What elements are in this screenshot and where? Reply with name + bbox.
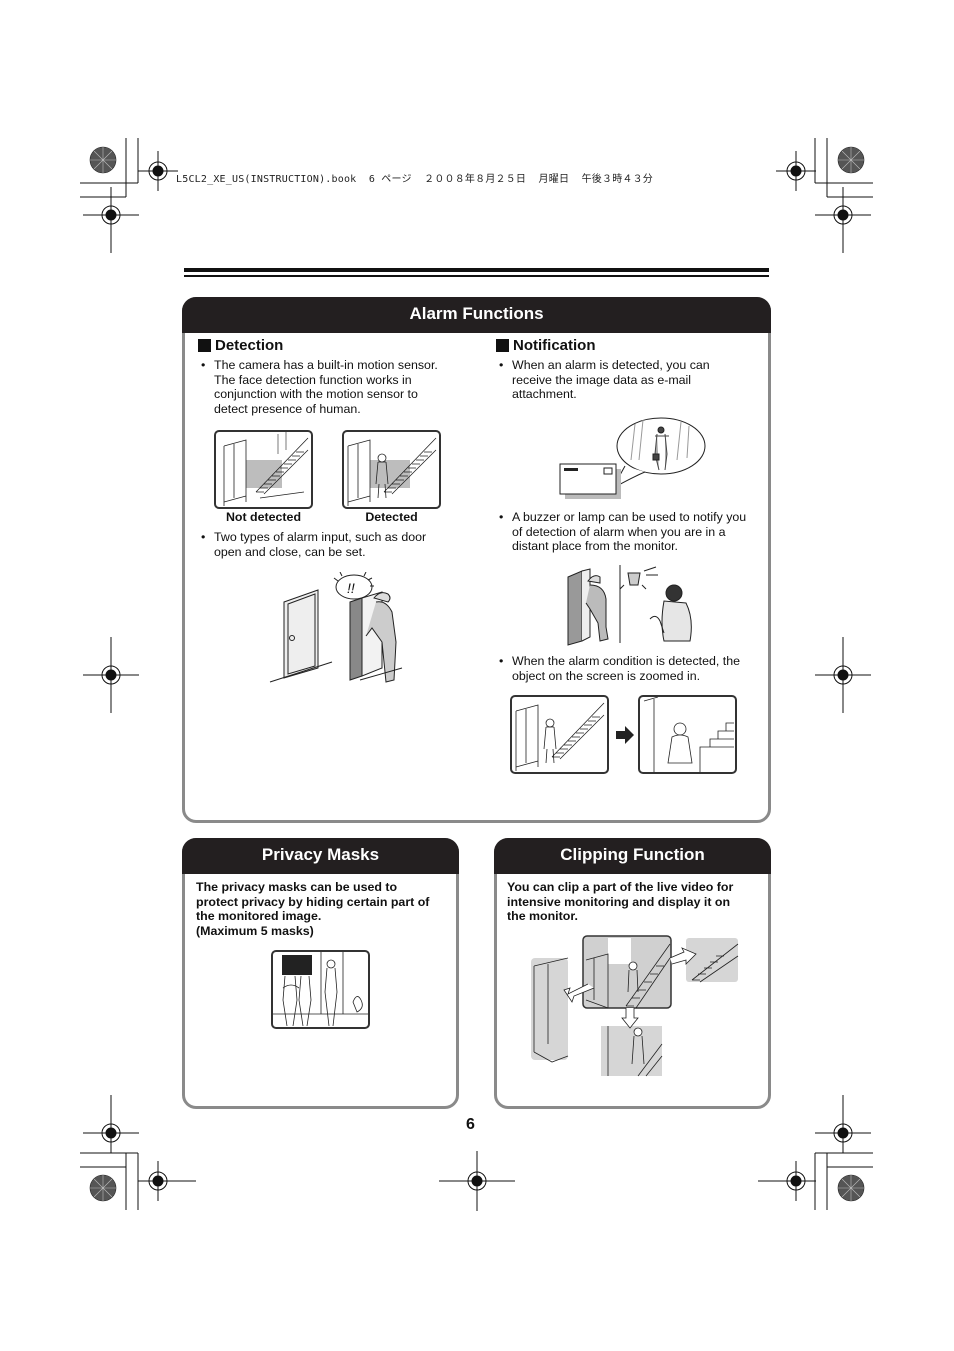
door-alarm-illustration: !!	[269, 572, 403, 683]
notification-bullet-2: • A buzzer or lamp can be used to notify…	[499, 510, 747, 554]
page-number: 6	[466, 1116, 475, 1133]
clipping-function-description: You can clip a part of the live video fo…	[507, 880, 734, 924]
clipping-function-title: Clipping Function	[494, 838, 771, 874]
zoom-after-image	[638, 695, 737, 774]
detected-image	[342, 430, 441, 509]
zoom-before-image	[510, 695, 609, 774]
privacy-masks-title: Privacy Masks	[182, 838, 459, 874]
caption-not-detected: Not detected	[225, 510, 302, 524]
square-bullet-icon	[496, 339, 509, 352]
caption-detected: Detected	[365, 510, 418, 524]
arrow-right-icon	[616, 726, 634, 744]
detection-bullet-2: • Two types of alarm input, such as door…	[201, 530, 427, 559]
detection-bullet-1: • The camera has a built-in motion senso…	[201, 358, 438, 416]
print-header: L5CL2_XE_US(INSTRUCTION).book 6 ページ ２００８…	[176, 174, 653, 185]
top-rule-thin	[184, 275, 769, 277]
notification-bullet-3: • When the alarm condition is detected, …	[499, 654, 740, 683]
privacy-masks-description: The privacy masks can be used to protect…	[196, 880, 430, 938]
alarm-exclaim-text: !!	[347, 580, 355, 596]
alarm-functions-title: Alarm Functions	[182, 297, 771, 333]
notification-heading: Notification	[496, 337, 596, 354]
detection-heading: Detection	[198, 337, 283, 354]
privacy-mask-image	[271, 950, 370, 1029]
buzzer-lamp-illustration	[567, 565, 692, 646]
clipping-illustration	[531, 935, 739, 1077]
notification-bullet-1: • When an alarm is detected, you can rec…	[499, 358, 710, 402]
square-bullet-icon	[198, 339, 211, 352]
email-attachment-illustration	[559, 417, 706, 499]
not-detected-image	[214, 430, 313, 509]
top-rule-thick	[184, 268, 769, 272]
